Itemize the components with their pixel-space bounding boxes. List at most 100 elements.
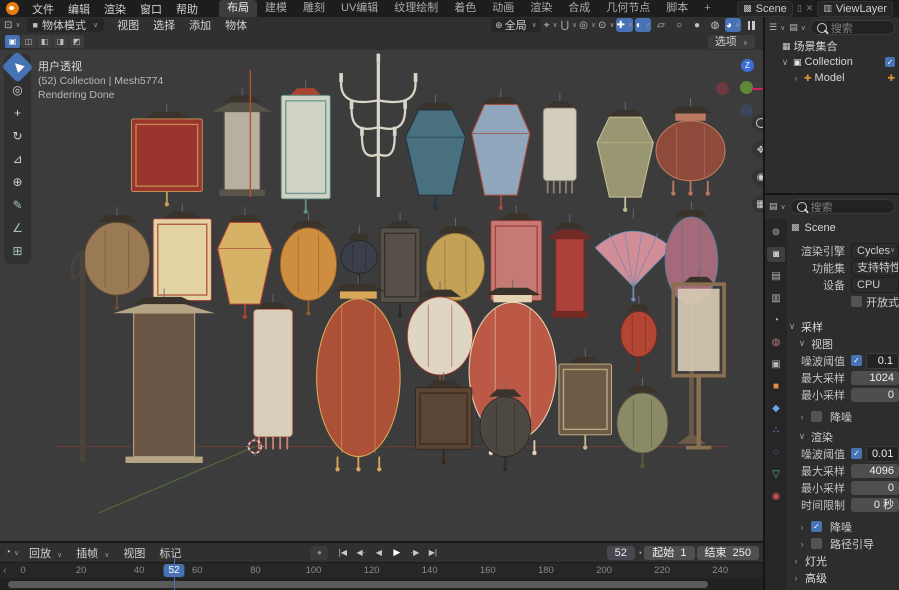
scale-tool[interactable]: ⊿ bbox=[6, 148, 29, 170]
advanced-section[interactable]: 高级 bbox=[805, 570, 827, 586]
tab-object[interactable]: ■ bbox=[767, 379, 785, 394]
mode-selector[interactable]: ■ 物体模式 ∨ bbox=[27, 18, 105, 32]
expander-icon[interactable]: ∨ bbox=[780, 57, 790, 68]
viewport-object-lantern-silver-pagoda[interactable] bbox=[212, 87, 272, 196]
proportional-editing-icon[interactable]: ◎∨ bbox=[579, 18, 596, 32]
jump-to-end-button[interactable]: ▶| bbox=[424, 546, 441, 560]
viewport-object-lantern-pink-fan[interactable] bbox=[595, 209, 671, 302]
workspace-tab-10[interactable]: 脚本 bbox=[658, 0, 696, 17]
play-button[interactable]: ▶ bbox=[388, 546, 405, 560]
render-min-samples-field[interactable]: 0 bbox=[851, 481, 899, 495]
scene-selector[interactable]: ▩ Scene bbox=[737, 1, 793, 17]
pivot-point-icon[interactable]: ⌖∨ bbox=[543, 18, 559, 32]
viewport-object-lantern-red-stack[interactable] bbox=[546, 214, 593, 317]
workspace-tab-7[interactable]: 渲染 bbox=[522, 0, 560, 17]
viewport-object-lantern-wood-box[interactable] bbox=[416, 372, 472, 464]
play-reverse-button[interactable]: ◀ bbox=[370, 546, 387, 560]
outliner-filter-icon[interactable]: ☰∨ bbox=[769, 22, 785, 33]
shading-wireframe-icon[interactable]: ○ bbox=[671, 18, 687, 32]
move-tool[interactable]: + bbox=[6, 102, 29, 124]
tab-tool[interactable]: ⊚ bbox=[767, 225, 785, 240]
viewport-object-lantern-pale-cylinder[interactable] bbox=[543, 93, 576, 194]
annotate-tool[interactable]: ✎ bbox=[6, 194, 29, 216]
viewport-object-lantern-wood-frame[interactable] bbox=[673, 269, 724, 448]
outliner-row-Model[interactable]: ›✚Model✚ bbox=[765, 70, 899, 86]
render-denoise-checkbox[interactable]: ✓ bbox=[811, 521, 822, 532]
new-scene-icon[interactable]: ▯ bbox=[797, 3, 802, 14]
frame-end-field[interactable]: 结束 250 bbox=[697, 546, 759, 560]
timeline-ruler[interactable]: ‹ 52 020406080100120140160180200220240 bbox=[0, 562, 763, 579]
select-mode-subtract[interactable]: ◧ bbox=[37, 35, 52, 48]
ruler-collapse-icon[interactable]: ‹ bbox=[3, 565, 7, 577]
viewport-object-lantern-fringe-cylinder[interactable] bbox=[254, 294, 293, 449]
tab-particles[interactable]: ∴ bbox=[767, 423, 785, 438]
viewlayer-selector[interactable]: ▥ ViewLayer bbox=[817, 1, 893, 17]
workspace-tab-0[interactable]: 布局 bbox=[219, 0, 257, 17]
camera-view-icon[interactable]: ◉ bbox=[752, 168, 763, 186]
workspace-tab-5[interactable]: 着色 bbox=[446, 0, 484, 17]
viewport-object-hanging-dark-bowl[interactable] bbox=[341, 225, 377, 288]
workspace-tab-2[interactable]: 雕刻 bbox=[295, 0, 333, 17]
options-button[interactable]: 选项 ∨ bbox=[708, 35, 755, 49]
osl-checkbox[interactable] bbox=[851, 296, 862, 307]
viewport-object-lantern-figure-box[interactable] bbox=[380, 212, 420, 317]
sampling-render-section[interactable]: 渲染 bbox=[811, 429, 833, 445]
pan-view-icon[interactable]: ✥ bbox=[752, 141, 763, 159]
tab-modifiers[interactable]: ◆ bbox=[767, 401, 785, 416]
viewport-object-lantern-olive-hex[interactable] bbox=[597, 102, 653, 212]
render-max-samples-field[interactable]: 4096 bbox=[851, 464, 899, 478]
playhead[interactable]: 52 bbox=[163, 564, 184, 577]
viewport-object-lantern-painted-tall[interactable] bbox=[281, 80, 330, 214]
add-workspace-button[interactable]: + bbox=[696, 0, 718, 17]
properties-search-input[interactable]: 搜索 bbox=[790, 199, 895, 214]
cursor-tool[interactable]: ◎ bbox=[6, 79, 29, 101]
render-noise-field[interactable]: 0.01 bbox=[866, 446, 899, 462]
shading-rendered-icon[interactable]: ◕∨ bbox=[725, 18, 741, 32]
viewport-object-lantern-wood-pagoda[interactable] bbox=[113, 289, 215, 463]
select-mode-extend[interactable]: ◫ bbox=[21, 35, 36, 48]
show-gizmo-icon[interactable]: ✚∨ bbox=[616, 18, 633, 32]
viewport-denoise-checkbox[interactable] bbox=[811, 411, 822, 422]
gizmo-axis-z-plus[interactable]: Z bbox=[741, 59, 754, 72]
viewport-object-candelabra-stand[interactable] bbox=[339, 54, 417, 197]
viewport-object-lantern-grand-red[interactable] bbox=[317, 276, 400, 471]
viewport-object-lantern-blue-ornate[interactable] bbox=[472, 89, 530, 210]
outliner-row-Collection[interactable]: ∨▣Collection✓ bbox=[765, 54, 899, 70]
feature-set-select[interactable]: 支持特性 bbox=[851, 260, 899, 276]
render-engine-select[interactable]: Cycles∨ bbox=[851, 243, 899, 259]
workspace-tab-6[interactable]: 动画 bbox=[484, 0, 522, 17]
sampling-viewport-section[interactable]: 视图 bbox=[811, 336, 833, 352]
auto-keying-button[interactable]: ● bbox=[310, 546, 328, 560]
unlink-scene-icon[interactable]: ✕ bbox=[806, 3, 814, 14]
workspace-tab-9[interactable]: 几何节点 bbox=[598, 0, 658, 17]
viewport-object-lantern-orange-round[interactable] bbox=[280, 212, 336, 315]
expander-icon[interactable]: › bbox=[791, 73, 801, 83]
pause-render-button[interactable] bbox=[743, 18, 759, 32]
viewport-noise-field[interactable]: 0.1 bbox=[866, 353, 899, 369]
viewport-object-lantern-teal-hex[interactable] bbox=[406, 94, 466, 210]
tab-output[interactable]: ▤ bbox=[767, 269, 785, 284]
navigation-gizmo[interactable]: ZX bbox=[704, 55, 763, 117]
editor-type-icon[interactable]: ⊡∨ bbox=[4, 18, 21, 32]
sampling-section[interactable]: 采样 bbox=[801, 319, 823, 335]
current-frame-field[interactable]: 52 bbox=[607, 546, 635, 560]
collection-checkbox[interactable]: ✓ bbox=[885, 57, 895, 67]
render-denoise-section[interactable]: 降噪 bbox=[830, 519, 852, 535]
tab-world[interactable]: ◍ bbox=[767, 335, 785, 350]
properties-editor-type-icon[interactable]: ▤∨ bbox=[769, 201, 786, 212]
lights-section[interactable]: 灯光 bbox=[805, 553, 827, 569]
viewport-noise-checkbox[interactable]: ✓ bbox=[851, 355, 862, 366]
viewport-3d[interactable]: 用户透视 (52) Collection | Mesh5774 Renderin… bbox=[0, 50, 763, 541]
viewport-menu-3[interactable]: 物体 bbox=[218, 16, 254, 34]
viewport-menu-1[interactable]: 选择 bbox=[146, 16, 182, 34]
topbar-menu-3[interactable]: 窗口 bbox=[133, 0, 169, 18]
show-overlays-icon[interactable]: ◐∨ bbox=[635, 18, 651, 32]
snap-magnet-icon[interactable]: ⋃∨ bbox=[561, 18, 577, 32]
path-guiding-section[interactable]: 路径引导 bbox=[830, 536, 874, 552]
topbar-menu-4[interactable]: 帮助 bbox=[169, 0, 205, 18]
zoom-view-icon[interactable] bbox=[752, 114, 763, 132]
timeline-editor-type-icon[interactable]: ◔∨ bbox=[4, 546, 20, 560]
frame-start-field[interactable]: 起始 1 bbox=[644, 546, 694, 560]
outliner-display-icon[interactable]: ▤∨ bbox=[789, 22, 806, 33]
topbar-menu-1[interactable]: 编辑 bbox=[61, 0, 97, 18]
